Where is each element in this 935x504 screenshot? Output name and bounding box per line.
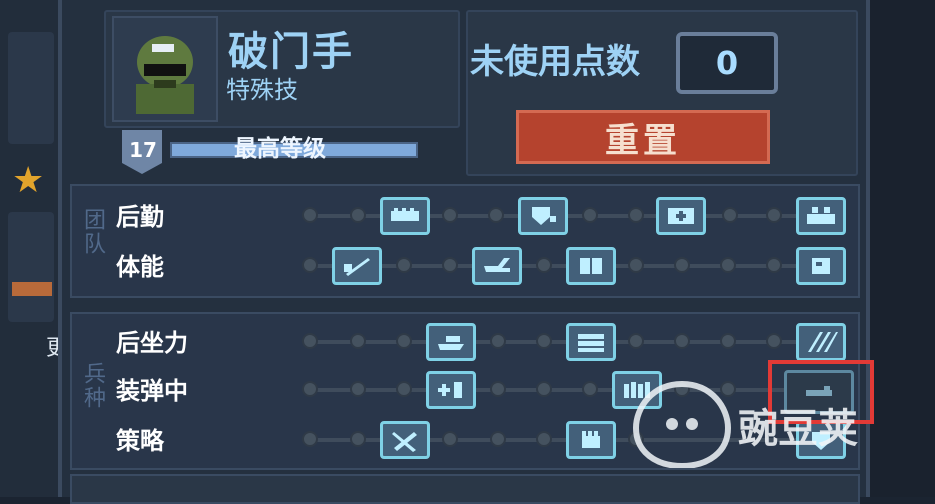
skill-node[interactable] (396, 257, 412, 273)
section-team (70, 184, 860, 298)
skill-node[interactable] (302, 431, 318, 447)
skill-node[interactable] (536, 257, 552, 273)
skill-node[interactable] (628, 257, 644, 273)
skill-node[interactable] (350, 431, 366, 447)
skill-icon-slash-marks[interactable] (796, 323, 846, 361)
unused-points-label: 未使用点数 (470, 42, 640, 82)
skill-icon-reload-plus[interactable] (426, 371, 476, 409)
skill-icon-vest[interactable] (566, 247, 616, 285)
watermark-logo-icon (632, 378, 732, 470)
row-label-recoil: 后坐力 (116, 329, 188, 357)
skill-node[interactable] (582, 207, 598, 223)
skill-node[interactable] (628, 333, 644, 349)
row-label-tactics: 策略 (116, 427, 164, 455)
soldier-portrait (112, 16, 218, 122)
skill-node[interactable] (302, 381, 318, 397)
skill-title: 破门手 (228, 29, 354, 75)
left-portrait-tile (8, 32, 54, 144)
skill-icon-recoil-gun[interactable] (426, 323, 476, 361)
skill-node[interactable] (766, 207, 782, 223)
skill-node[interactable] (396, 333, 412, 349)
skill-node[interactable] (302, 257, 318, 273)
skill-node[interactable] (674, 257, 690, 273)
skill-node[interactable] (442, 431, 458, 447)
section-team-label: 团队 (80, 208, 105, 256)
skill-node[interactable] (302, 207, 318, 223)
skill-node[interactable] (766, 257, 782, 273)
skill-node[interactable] (350, 333, 366, 349)
skill-node[interactable] (536, 381, 552, 397)
skill-icon-backpack[interactable] (796, 197, 846, 235)
skill-node[interactable] (302, 333, 318, 349)
skill-node[interactable] (490, 381, 506, 397)
row-label-logistics: 后勤 (116, 203, 164, 231)
track-reloading (310, 388, 840, 392)
skill-icon-running[interactable] (472, 247, 522, 285)
skill-node[interactable] (720, 257, 736, 273)
bottom-section-bar (70, 474, 860, 504)
section-class-label: 兵种 (80, 362, 105, 410)
skill-node[interactable] (720, 333, 736, 349)
skill-node[interactable] (442, 207, 458, 223)
right-background (870, 0, 935, 497)
row-label-fitness: 体能 (116, 253, 164, 281)
skill-node[interactable] (490, 333, 506, 349)
skill-subtitle: 特殊技 (226, 76, 298, 104)
skill-node[interactable] (722, 207, 738, 223)
reset-button[interactable]: 重置 (516, 110, 770, 164)
level-number: 17 (129, 138, 157, 162)
skill-icon-tools[interactable] (380, 421, 430, 459)
skill-node[interactable] (350, 381, 366, 397)
skill-node[interactable] (582, 381, 598, 397)
skill-node[interactable] (396, 381, 412, 397)
skill-icon-ammo-belt[interactable] (380, 197, 430, 235)
rifle-icon (12, 282, 52, 296)
skill-node[interactable] (350, 207, 366, 223)
left-weapon-tile (8, 212, 54, 322)
skill-node[interactable] (490, 431, 506, 447)
skill-node[interactable] (442, 257, 458, 273)
skill-node[interactable] (488, 207, 504, 223)
skill-node[interactable] (628, 207, 644, 223)
skill-icon-knife[interactable] (332, 247, 382, 285)
skill-icon-armor-plus[interactable] (518, 197, 568, 235)
skill-icon-medkit[interactable] (656, 197, 706, 235)
skill-icon-gear-pack[interactable] (796, 247, 846, 285)
skill-node[interactable] (674, 333, 690, 349)
skill-node[interactable] (766, 333, 782, 349)
row-label-reloading: 装弹中 (116, 377, 188, 405)
skill-icon-hand-grab[interactable] (566, 421, 616, 459)
unused-points-value: 0 (676, 32, 778, 94)
watermark-text: 豌豆荚 (738, 406, 858, 452)
left-side-panel: ★ 更 (0, 0, 68, 497)
star-icon: ★ (12, 160, 45, 201)
level-label: 最高等级 (234, 136, 326, 162)
skill-icon-ammo-clip[interactable] (566, 323, 616, 361)
skill-node[interactable] (536, 431, 552, 447)
skill-node[interactable] (536, 333, 552, 349)
